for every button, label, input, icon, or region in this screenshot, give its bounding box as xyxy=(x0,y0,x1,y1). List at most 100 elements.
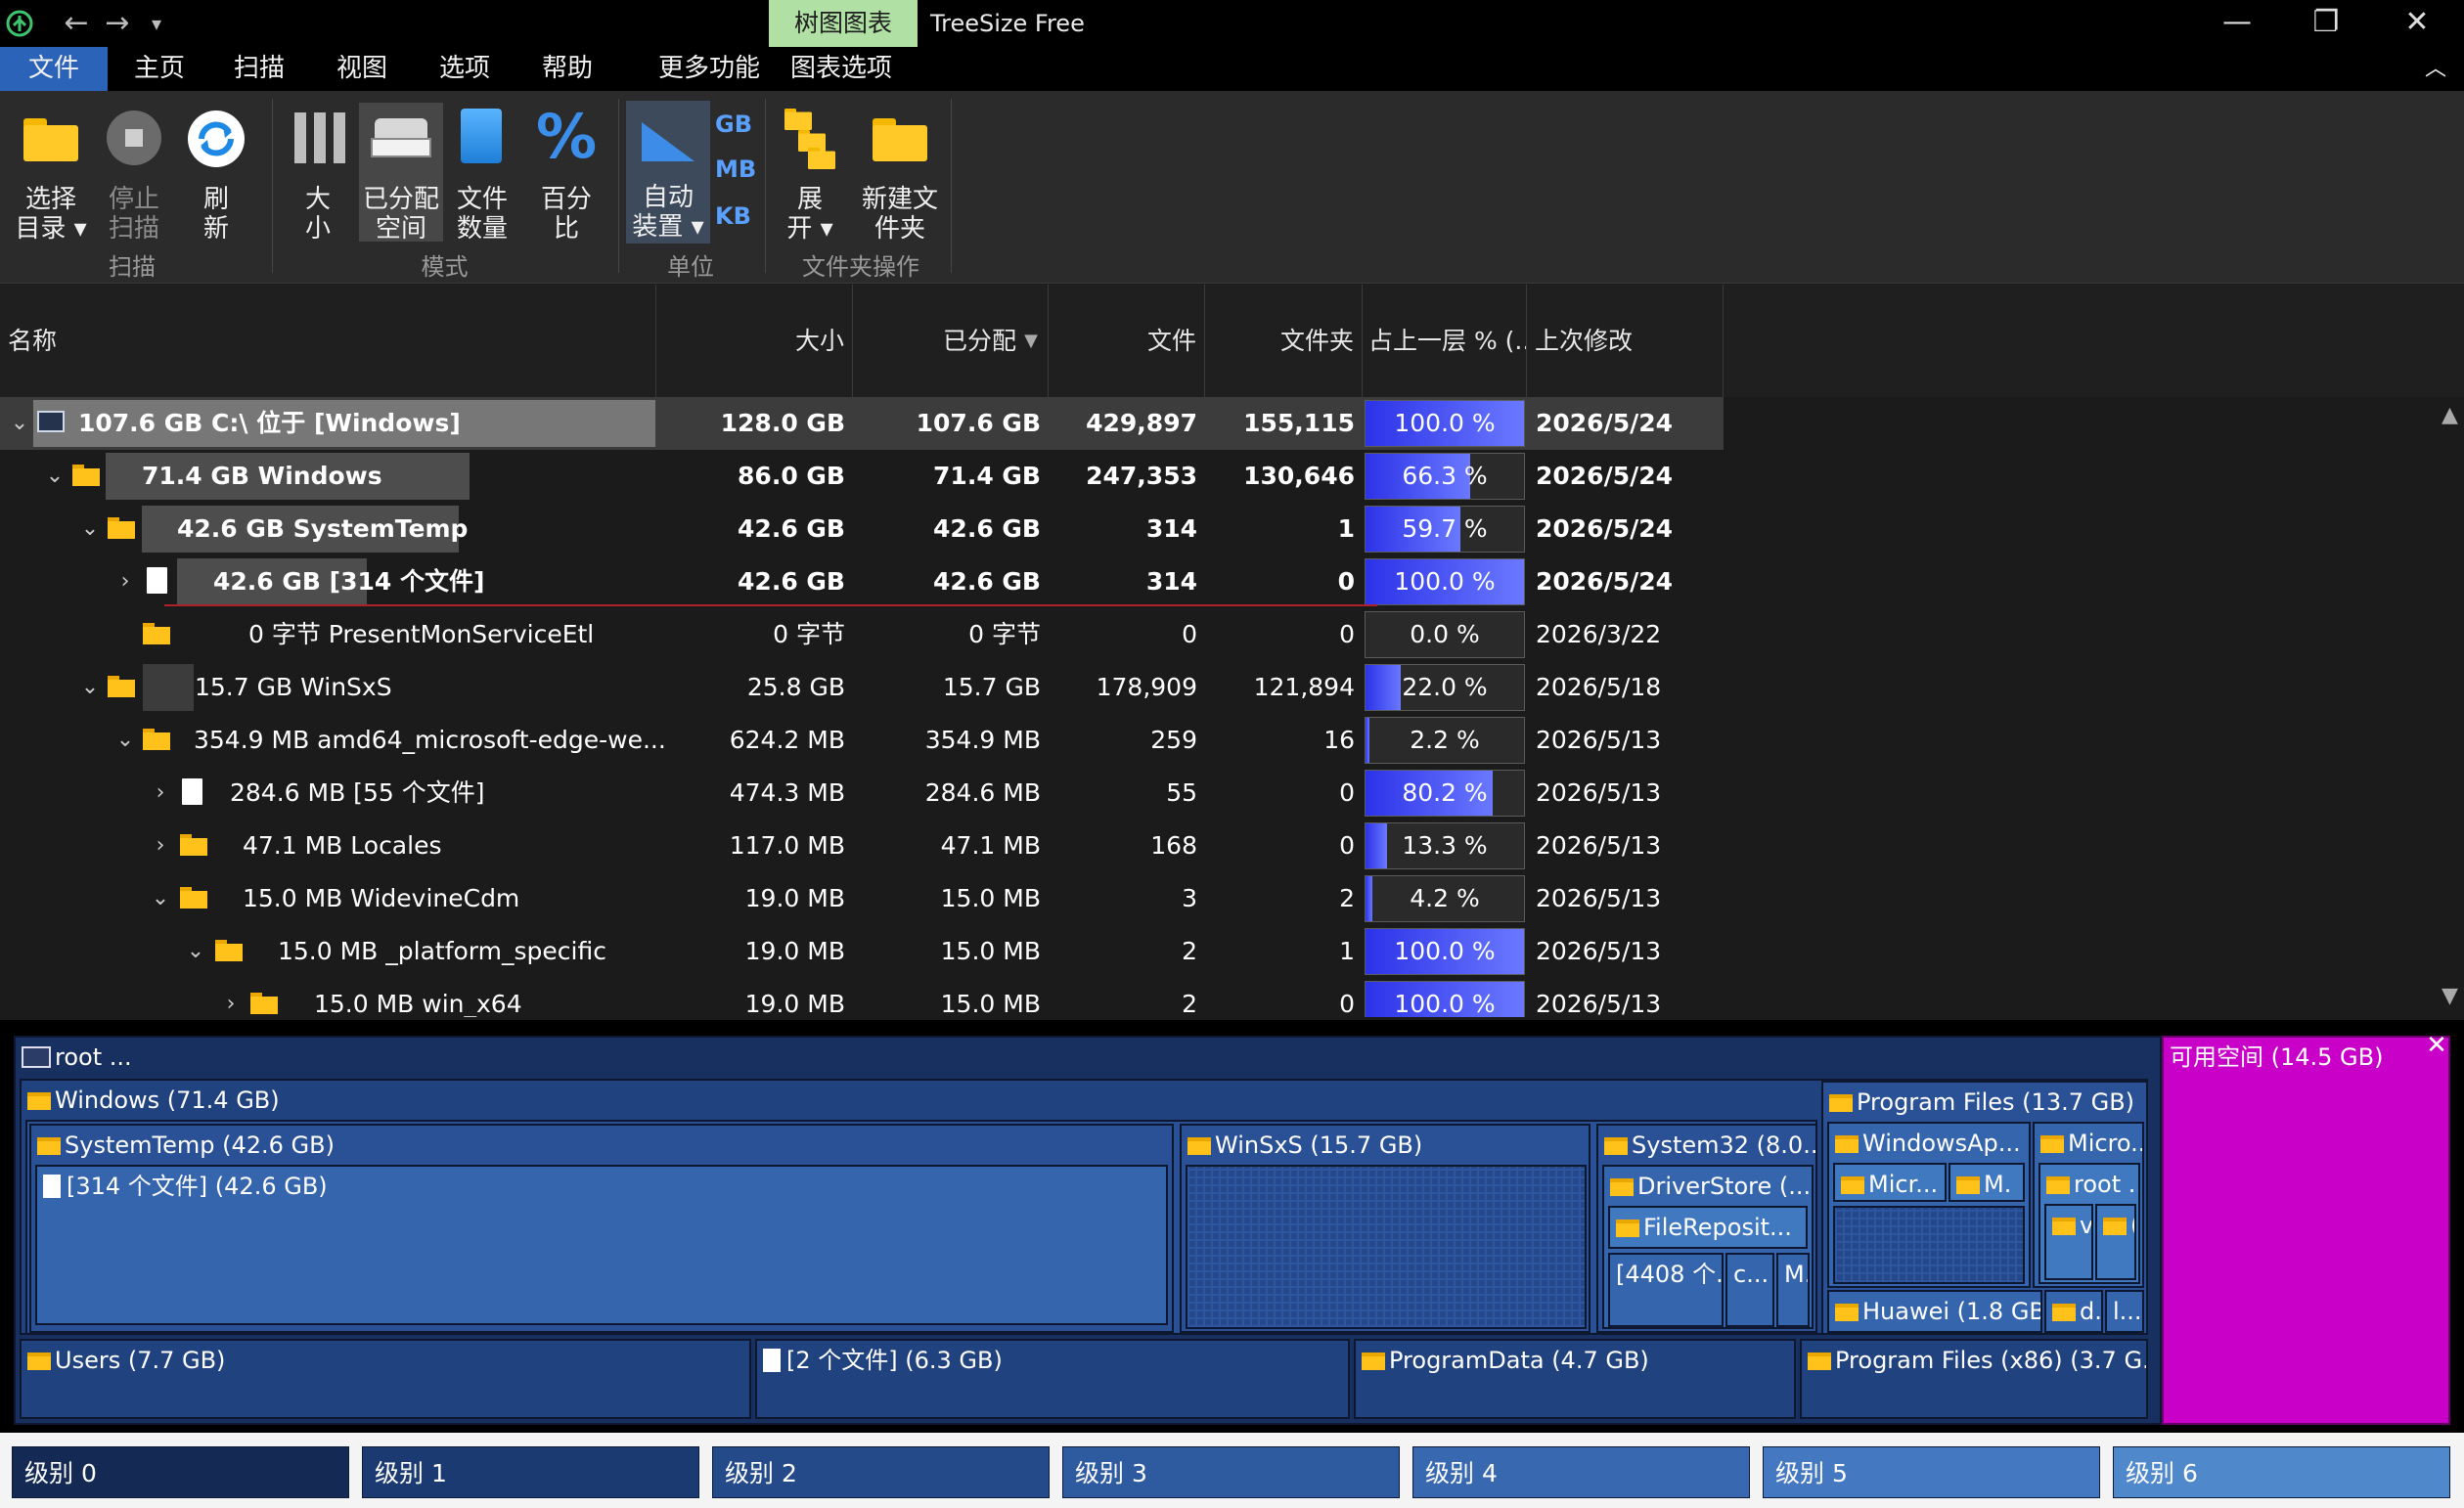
treemap-huawei[interactable]: Huawei (1.8 GB) xyxy=(1827,1290,2042,1333)
column-last-modified[interactable]: 上次修改 xyxy=(1527,285,1724,397)
minimize-button[interactable]: — xyxy=(2193,0,2281,47)
treemap-v[interactable]: v xyxy=(2044,1204,2093,1280)
column-allocated[interactable]: 已分配 ▼ xyxy=(853,285,1049,397)
level-2: 级别 2 xyxy=(712,1446,1050,1498)
tree-row[interactable]: ⌄ 354.9 MB amd64_microsoft-edge-we... 62… xyxy=(0,714,1724,767)
treemap-files4408[interactable]: [4408 个... xyxy=(1608,1253,1724,1327)
menu-options[interactable]: 选项 xyxy=(421,47,509,91)
treemap-m2[interactable]: M. xyxy=(1949,1163,2025,1202)
unit-auto-button[interactable]: 自动 装置 ▾ xyxy=(626,101,710,244)
treemap-driverstore[interactable]: DriverStore (... FileReposit... [4408 个.… xyxy=(1602,1165,1814,1329)
column-size[interactable]: 大小 xyxy=(656,285,853,397)
tree-row[interactable]: 0 字节 PresentMonServiceEtl 0 字节 0 字节 0 0 … xyxy=(0,608,1724,661)
tree-row[interactable]: ⌄ 107.6 GB C:\ 位于 [Windows] 128.0 GB 107… xyxy=(0,397,1724,450)
column-folders[interactable]: 文件夹 xyxy=(1205,285,1363,397)
back-arrow-icon[interactable]: ← xyxy=(57,0,96,47)
chevron-down-icon[interactable]: ⌄ xyxy=(149,872,172,925)
treemap-systemtemp[interactable]: SystemTemp (42.6 GB) [314 个文件] (42.6 GB) xyxy=(29,1124,1174,1333)
refresh-button[interactable]: 刷 新 xyxy=(176,99,256,245)
tree-row[interactable]: › 47.1 MB Locales 117.0 MB 47.1 MB 168 0… xyxy=(0,820,1724,872)
treemap-c-short[interactable]: c... xyxy=(1725,1253,1774,1327)
treemap-filerepository[interactable]: FileReposit... xyxy=(1608,1206,1808,1249)
menu-scan[interactable]: 扫描 xyxy=(215,47,303,91)
mode-file-count-button[interactable]: 文件 数量 xyxy=(445,99,519,245)
chevron-down-icon[interactable]: ⌄ xyxy=(43,450,67,503)
column-percent-parent[interactable]: 占上一层 % (... xyxy=(1363,285,1527,397)
tree-row[interactable]: ⌄ 15.0 MB _platform_specific 19.0 MB 15.… xyxy=(0,925,1724,978)
collapse-ribbon-icon[interactable]: ︿ xyxy=(2416,47,2455,91)
mode-size-button[interactable]: 大 小 xyxy=(281,99,355,245)
expand-button[interactable]: 展 开 ▾ xyxy=(773,99,847,245)
new-folder-button[interactable]: 新建文 件夹 xyxy=(851,99,949,245)
treemap-program-files[interactable]: Program Files (13.7 GB) WindowsAp... Mic… xyxy=(1821,1081,2146,1333)
treemap-c2[interactable]: ( xyxy=(2095,1204,2136,1280)
treemap-free-space[interactable]: 可用空间 (14.5 GB) xyxy=(2162,1036,2450,1425)
chevron-down-icon[interactable]: ⌄ xyxy=(184,925,207,978)
menu-view[interactable]: 视图 xyxy=(318,47,406,91)
treemap-system32[interactable]: System32 (8.0... DriverStore (... FileRe… xyxy=(1596,1124,1815,1333)
tree-row[interactable]: › 42.6 GB [314 个文件] 42.6 GB 42.6 GB 314 … xyxy=(0,555,1724,608)
treemap-windowsapps[interactable]: WindowsAp... Micr... M. xyxy=(1827,1122,2031,1288)
folder-icon xyxy=(1808,1353,1831,1370)
forward-arrow-icon[interactable]: → xyxy=(98,0,137,47)
group-label-scan: 扫描 xyxy=(109,253,156,281)
treemap-winsxs[interactable]: WinSxS (15.7 GB) xyxy=(1180,1124,1590,1333)
treemap-files314[interactable]: [314 个文件] (42.6 GB) xyxy=(35,1165,1168,1325)
treemap-files2[interactable]: [2 个文件] (6.3 GB) xyxy=(755,1339,1350,1419)
stop-scan-button[interactable]: 停止 扫描 xyxy=(94,99,174,245)
folder-icon xyxy=(2046,1176,2070,1194)
chevron-right-icon[interactable]: › xyxy=(219,978,243,1017)
tree-row[interactable]: ⌄ 71.4 GB Windows 86.0 GB 71.4 GB 247,35… xyxy=(0,450,1724,503)
column-files[interactable]: 文件 xyxy=(1049,285,1205,397)
tree-row[interactable]: ⌄ 42.6 GB SystemTemp 42.6 GB 42.6 GB 314… xyxy=(0,503,1724,555)
menu-chart-options[interactable]: 图表选项 xyxy=(783,47,900,91)
unit-kb-button[interactable]: KB xyxy=(715,202,751,230)
quick-access-dropdown-icon[interactable]: ▾ xyxy=(143,0,170,47)
close-button[interactable]: ✕ xyxy=(2373,0,2461,47)
menu-help[interactable]: 帮助 xyxy=(523,47,611,91)
tree-row[interactable]: ⌄ 15.7 GB WinSxS 25.8 GB 15.7 GB 178,909… xyxy=(0,661,1724,714)
close-treemap-icon[interactable]: ✕ xyxy=(2423,1032,2450,1059)
treemap-d[interactable]: d... xyxy=(2044,1290,2103,1333)
tree-row[interactable]: › 15.0 MB win_x64 19.0 MB 15.0 MB 2 0 10… xyxy=(0,978,1724,1017)
treemap-micro[interactable]: Micro... root ... v ( xyxy=(2033,1122,2144,1288)
treemap-micr[interactable]: Micr... xyxy=(1833,1163,1947,1202)
unit-gb-button[interactable]: GB xyxy=(715,111,752,138)
maximize-button[interactable]: ❐ xyxy=(2282,0,2370,47)
select-directory-button[interactable]: 选择 目录 ▾ xyxy=(8,99,94,245)
column-name[interactable]: 名称 xyxy=(0,285,656,397)
chevron-right-icon[interactable]: › xyxy=(149,767,172,820)
chevron-down-icon[interactable]: ⌄ xyxy=(8,397,31,450)
folder-icon xyxy=(180,887,207,909)
treemap-l[interactable]: l... xyxy=(2105,1290,2144,1333)
treemap-users[interactable]: Users (7.7 GB) xyxy=(20,1339,751,1419)
chevron-right-icon[interactable]: › xyxy=(149,820,172,872)
group-divider xyxy=(765,99,766,273)
treemap-micr-label: Micr... xyxy=(1868,1171,1939,1198)
chevron-down-icon[interactable]: ⌄ xyxy=(78,503,102,555)
tree-row[interactable]: › 284.6 MB [55 个文件] 474.3 MB 284.6 MB 55… xyxy=(0,767,1724,820)
menu-home[interactable]: 主页 xyxy=(115,47,203,91)
treemap-root-folder[interactable]: root ... v ( xyxy=(2038,1163,2140,1284)
treemap-root[interactable]: root ... Windows (71.4 GB) SystemTemp (4… xyxy=(14,1036,2162,1425)
file-icon xyxy=(147,567,167,594)
treemap-m-short[interactable]: M. xyxy=(1776,1253,1810,1327)
menu-file[interactable]: 文件 xyxy=(0,47,108,91)
scroll-up-icon[interactable]: ▲ xyxy=(2436,403,2464,427)
scroll-down-icon[interactable]: ▼ xyxy=(2436,984,2464,1008)
vertical-scrollbar[interactable]: ▲ ▼ xyxy=(2436,397,2464,1017)
menu-more-features[interactable]: 更多功能 xyxy=(626,47,792,91)
row-name: 15.0 MB win_x64 xyxy=(314,990,522,1017)
chevron-right-icon[interactable]: › xyxy=(113,555,137,608)
disk-icon xyxy=(371,118,431,157)
treemap-windows[interactable]: Windows (71.4 GB) SystemTemp (42.6 GB) [… xyxy=(20,1079,2148,1335)
mode-allocated-button[interactable]: 已分配 空间 xyxy=(359,103,443,244)
chevron-down-icon[interactable]: ⌄ xyxy=(78,661,102,714)
tree-row[interactable]: ⌄ 15.0 MB WidevineCdm 19.0 MB 15.0 MB 3 … xyxy=(0,872,1724,925)
mode-percent-button[interactable]: % 百分 比 xyxy=(524,99,608,245)
unit-mb-button[interactable]: MB xyxy=(715,155,756,183)
level-1: 级别 1 xyxy=(362,1446,699,1498)
treemap-programdata[interactable]: ProgramData (4.7 GB) xyxy=(1354,1339,1796,1419)
treemap-program-files-x86[interactable]: Program Files (x86) (3.7 G... xyxy=(1800,1339,2148,1419)
chevron-down-icon[interactable]: ⌄ xyxy=(113,714,137,767)
